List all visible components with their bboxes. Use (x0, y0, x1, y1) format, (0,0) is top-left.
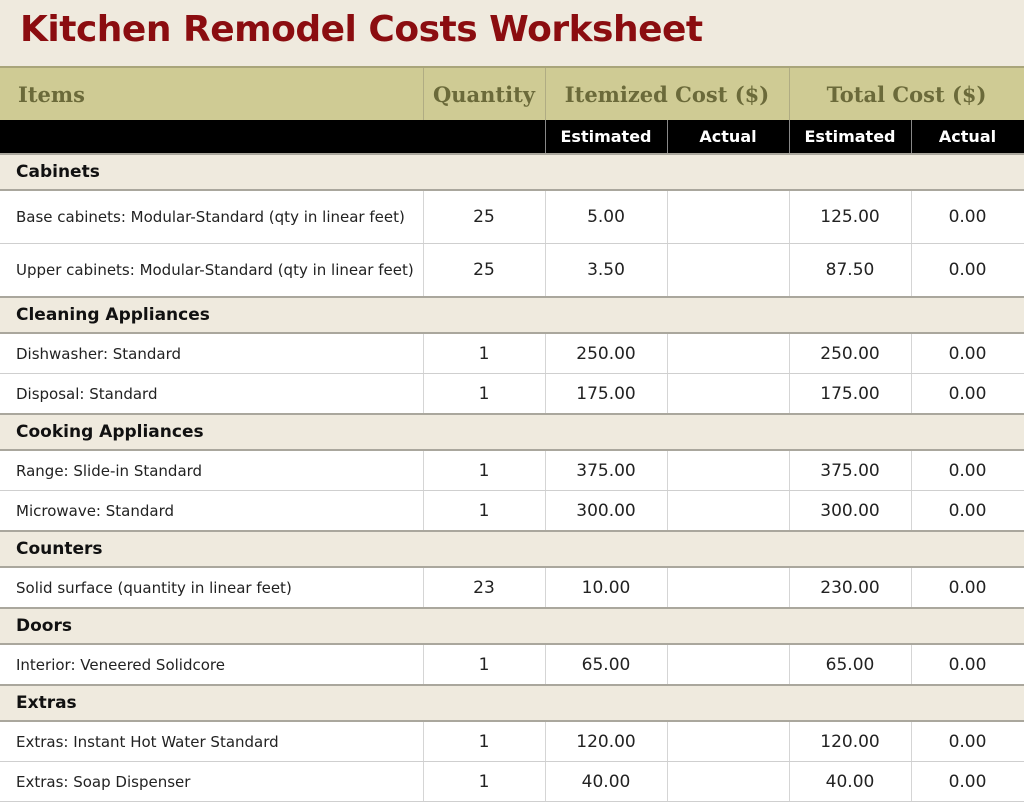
item-name[interactable]: Microwave: Standard (0, 490, 424, 532)
table-row: Upper cabinets: Modular-Standard (qty in… (0, 243, 1024, 298)
total-estimated-cell[interactable]: 125.00 (789, 190, 912, 244)
itemized-actual-cell[interactable] (667, 373, 790, 415)
header-total-cost: Total Cost ($) (789, 66, 1024, 120)
itemized-actual-cell[interactable] (667, 243, 790, 298)
cost-table: Items Quantity Itemized Cost ($) Total C… (0, 66, 1024, 802)
category-label: Extras (0, 684, 1024, 722)
subheader-blank (0, 120, 546, 154)
itemized-estimated-cell[interactable]: 5.00 (545, 190, 668, 244)
subheader-itemized-estimated: Estimated (545, 120, 668, 154)
total-estimated-cell[interactable]: 175.00 (789, 373, 912, 415)
item-name[interactable]: Dishwasher: Standard (0, 333, 424, 374)
table-row: Microwave: Standard 1 300.00 300.00 0.00 (0, 490, 1024, 532)
quantity-cell[interactable]: 25 (423, 190, 546, 244)
table-row: Extras: Instant Hot Water Standard 1 120.0… (0, 721, 1024, 762)
total-actual-cell[interactable]: 0.00 (911, 243, 1024, 298)
quantity-cell[interactable]: 1 (423, 333, 546, 374)
item-name[interactable]: Solid surface (quantity in linear feet) (0, 567, 424, 609)
page-title: Kitchen Remodel Costs Worksheet (20, 9, 703, 50)
category-row: Cabinets (0, 153, 1024, 191)
quantity-cell[interactable]: 1 (423, 373, 546, 415)
subheader-row: Estimated Actual Estimated Actual (0, 120, 1024, 154)
item-name[interactable]: Disposal: Standard (0, 373, 424, 415)
itemized-actual-cell[interactable] (667, 721, 790, 762)
total-estimated-cell[interactable]: 300.00 (789, 490, 912, 532)
total-actual-cell[interactable]: 0.00 (911, 190, 1024, 244)
table-row: Solid surface (quantity in linear feet) 2… (0, 567, 1024, 609)
total-actual-cell[interactable]: 0.00 (911, 490, 1024, 532)
category-row: Doors (0, 607, 1024, 645)
item-name[interactable]: Extras: Instant Hot Water Standard (0, 721, 424, 762)
quantity-cell[interactable]: 1 (423, 644, 546, 686)
subheader-total-actual: Actual (911, 120, 1024, 154)
category-label: Doors (0, 607, 1024, 645)
category-label: Cabinets (0, 153, 1024, 191)
total-actual-cell[interactable]: 0.00 (911, 373, 1024, 415)
category-row: Counters (0, 530, 1024, 568)
itemized-estimated-cell[interactable]: 300.00 (545, 490, 668, 532)
quantity-cell[interactable]: 1 (423, 490, 546, 532)
total-actual-cell[interactable]: 0.00 (911, 450, 1024, 491)
total-estimated-cell[interactable]: 230.00 (789, 567, 912, 609)
table-row: Dishwasher: Standard 1 250.00 250.00 0.00 (0, 333, 1024, 374)
category-row: Cooking Appliances (0, 413, 1024, 451)
total-actual-cell[interactable]: 0.00 (911, 721, 1024, 762)
itemized-actual-cell[interactable] (667, 490, 790, 532)
item-name[interactable]: Base cabinets: Modular-Standard (qty in … (0, 190, 424, 244)
quantity-cell[interactable]: 1 (423, 450, 546, 491)
itemized-actual-cell[interactable] (667, 190, 790, 244)
header-row: Items Quantity Itemized Cost ($) Total C… (0, 66, 1024, 120)
subheader-itemized-actual: Actual (667, 120, 790, 154)
itemized-estimated-cell[interactable]: 250.00 (545, 333, 668, 374)
quantity-cell[interactable]: 23 (423, 567, 546, 609)
category-label: Counters (0, 530, 1024, 568)
itemized-estimated-cell[interactable]: 375.00 (545, 450, 668, 491)
total-estimated-cell[interactable]: 87.50 (789, 243, 912, 298)
total-estimated-cell[interactable]: 120.00 (789, 721, 912, 762)
itemized-actual-cell[interactable] (667, 333, 790, 374)
header-quantity: Quantity (423, 66, 546, 120)
itemized-actual-cell[interactable] (667, 644, 790, 686)
category-row: Cleaning Appliances (0, 296, 1024, 334)
total-actual-cell[interactable]: 0.00 (911, 567, 1024, 609)
total-actual-cell[interactable]: 0.00 (911, 644, 1024, 686)
item-name[interactable]: Interior: Veneered Solidcore (0, 644, 424, 686)
itemized-actual-cell[interactable] (667, 567, 790, 609)
itemized-estimated-cell[interactable]: 3.50 (545, 243, 668, 298)
table-row: Range: Slide-in Standard 1 375.00 375.00 0.0… (0, 450, 1024, 491)
quantity-cell[interactable]: 1 (423, 721, 546, 762)
itemized-estimated-cell[interactable]: 65.00 (545, 644, 668, 686)
total-estimated-cell[interactable]: 65.00 (789, 644, 912, 686)
total-estimated-cell[interactable]: 250.00 (789, 333, 912, 374)
header-itemized-cost: Itemized Cost ($) (545, 66, 790, 120)
subheader-total-estimated: Estimated (789, 120, 912, 154)
category-label: Cleaning Appliances (0, 296, 1024, 334)
quantity-cell[interactable]: 25 (423, 243, 546, 298)
item-name[interactable]: Range: Slide-in Standard (0, 450, 424, 491)
itemized-actual-cell[interactable] (667, 450, 790, 491)
itemized-estimated-cell[interactable]: 10.00 (545, 567, 668, 609)
table-row: Disposal: Standard 1 175.00 175.00 0.00 (0, 373, 1024, 415)
total-actual-cell[interactable]: 0.00 (911, 333, 1024, 374)
table-row: Base cabinets: Modular-Standard (qty in … (0, 190, 1024, 244)
itemized-estimated-cell[interactable]: 175.00 (545, 373, 668, 415)
category-row: Extras (0, 684, 1024, 722)
header-items: Items (0, 66, 424, 120)
category-label: Cooking Appliances (0, 413, 1024, 451)
table-row: Interior: Veneered Solidcore 1 65.00 65.00 0… (0, 644, 1024, 686)
itemized-estimated-cell[interactable]: 120.00 (545, 721, 668, 762)
total-estimated-cell[interactable]: 375.00 (789, 450, 912, 491)
item-name[interactable]: Upper cabinets: Modular-Standard (qty in… (0, 243, 424, 298)
